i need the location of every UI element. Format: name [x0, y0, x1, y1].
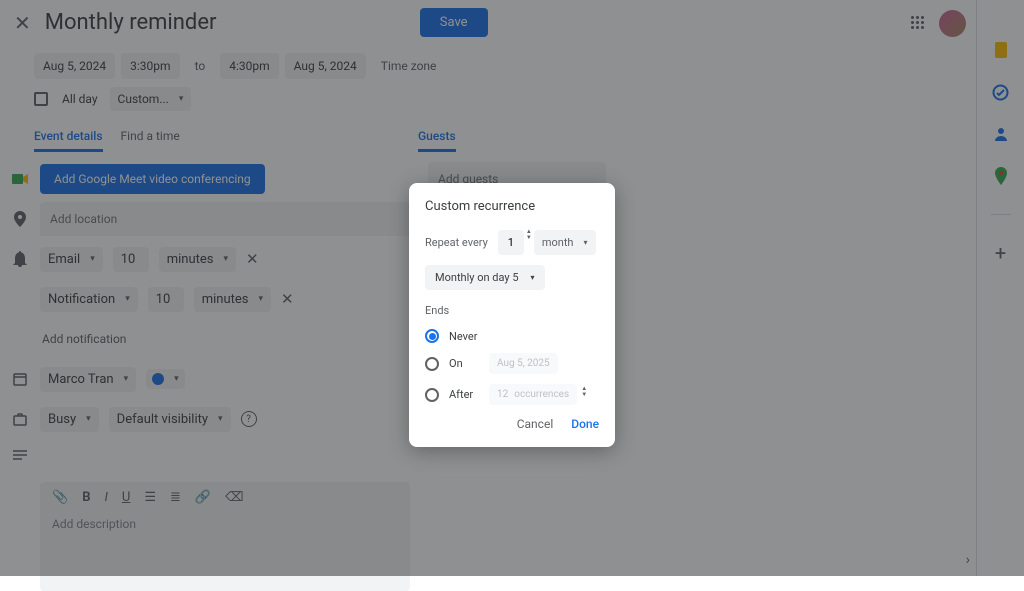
occurrences-spinner[interactable]: ▲▼ [581, 386, 587, 398]
ends-after-label: After [449, 388, 479, 401]
interval-spinner[interactable]: ▲▼ [526, 229, 532, 241]
occurrences-label: occurrences [514, 389, 569, 400]
done-button[interactable]: Done [571, 417, 599, 431]
unit-dropdown[interactable]: month▾ [534, 230, 596, 255]
ends-on-radio[interactable] [425, 357, 439, 371]
occurrences-count[interactable]: 12 [497, 389, 508, 400]
dialog-title: Custom recurrence [425, 199, 599, 214]
ends-on-label: On [449, 357, 479, 370]
ends-never-label: Never [449, 330, 477, 343]
custom-recurrence-dialog: Custom recurrence Repeat every ▲▼ month▾… [409, 183, 615, 447]
interval-input[interactable] [498, 230, 524, 255]
monthly-on-dropdown[interactable]: Monthly on day 5▾ [425, 265, 545, 290]
ends-after-radio[interactable] [425, 388, 439, 402]
ends-never-radio[interactable] [425, 329, 439, 343]
cancel-button[interactable]: Cancel [517, 417, 554, 431]
ends-on-date[interactable]: Aug 5, 2025 [489, 353, 558, 374]
repeat-every-label: Repeat every [425, 236, 488, 249]
ends-label: Ends [425, 304, 599, 317]
